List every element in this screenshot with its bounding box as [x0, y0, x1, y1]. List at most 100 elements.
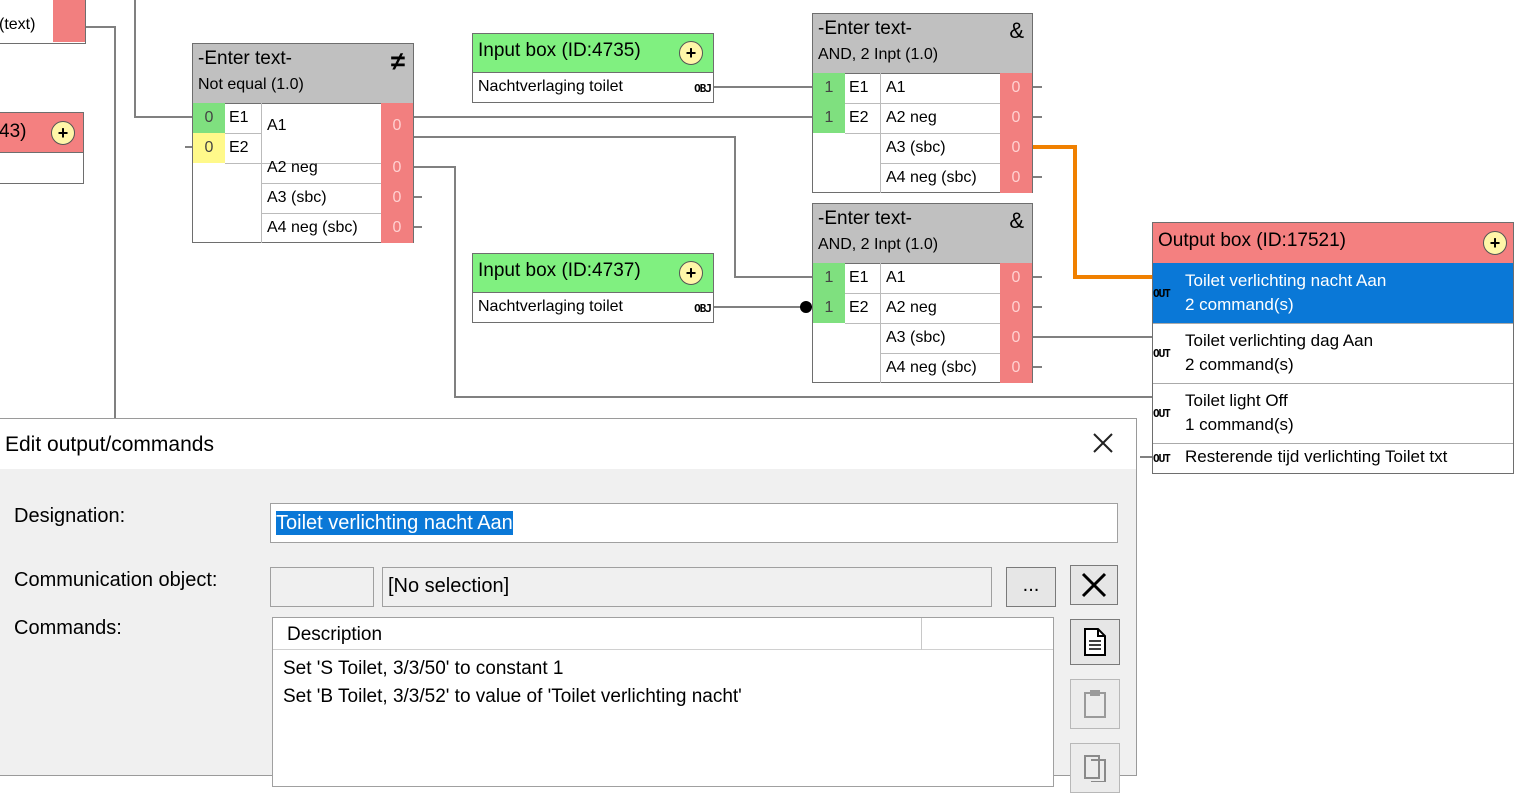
gate-title: -Enter text- [818, 208, 912, 229]
designation-label: Designation: [14, 505, 126, 527]
close-icon[interactable] [1092, 428, 1114, 462]
input-box-row: Nachtverlaging toilet [478, 78, 623, 95]
output-row-count: 2 command(s) [1185, 355, 1294, 374]
out-icon: OUT [1153, 347, 1171, 360]
command-item[interactable]: Set 'S Toilet, 3/3/50' to constant 1 [283, 658, 563, 680]
out-icon: OUT [1153, 407, 1171, 420]
output-a3-value[interactable]: 0 [1000, 133, 1032, 164]
input-e1-value[interactable]: 1 [813, 73, 845, 103]
document-icon [1084, 628, 1106, 656]
and-gate-2[interactable]: -Enter text- AND, 2 Inpt (1.0) & 1 E1 1 … [812, 203, 1033, 383]
gate-title: -Enter text- [818, 18, 912, 39]
output-a1-value[interactable]: 0 [1000, 73, 1032, 104]
gate-title: -Enter text- [198, 48, 292, 69]
input-e2-name: E2 [845, 103, 881, 134]
plus-icon[interactable]: + [1483, 231, 1507, 255]
input-box-title: Input box (ID:4735) [478, 40, 641, 61]
edit-command-button[interactable] [1070, 619, 1120, 665]
commands-list[interactable]: Description Set 'S Toilet, 3/3/50' to co… [272, 617, 1054, 787]
output-row-count: 1 command(s) [1185, 415, 1294, 434]
description-column-header[interactable]: Description [287, 624, 382, 646]
output-a3-name: A3 (sbc) [880, 133, 1006, 164]
browse-label: ... [1022, 574, 1040, 596]
partial-block-bottom[interactable]: 43) + [0, 112, 84, 184]
output-a1-name: A1 [880, 263, 1006, 294]
output-a3-value[interactable]: 0 [381, 183, 413, 214]
out-icon: OUT [1153, 452, 1171, 465]
output-box-17521[interactable]: Output box (ID:17521) + OUT Toilet verli… [1152, 222, 1514, 474]
output-a1-name: A1 [880, 73, 1006, 104]
copy-icon [1084, 755, 1106, 783]
browse-button[interactable]: ... [1006, 567, 1056, 607]
input-e1-name: E1 [225, 103, 261, 134]
output-a4-value[interactable]: 0 [381, 213, 413, 243]
command-item[interactable]: Set 'B Toilet, 3/3/52' to value of 'Toil… [283, 686, 742, 708]
output-row-name: Toilet light Off [1185, 391, 1288, 410]
not-equal-gate[interactable]: -Enter text- Not equal (1.0) ≠ 0 E1 0 E2… [192, 43, 414, 243]
output-a2-value[interactable]: 0 [1000, 103, 1032, 134]
input-e2-name: E2 [845, 293, 881, 324]
plus-icon[interactable]: + [679, 41, 703, 65]
communication-object-label: Communication object: [14, 569, 218, 591]
plus-icon[interactable]: + [679, 261, 703, 285]
output-a3-value[interactable]: 0 [1000, 323, 1032, 354]
plus-icon[interactable]: + [51, 121, 75, 145]
edit-output-dialog[interactable]: Edit output/commands Designation: Toilet… [0, 418, 1137, 793]
designation-value: Toilet verlichting nacht Aan [276, 511, 513, 535]
output-row[interactable]: OUT Resterende tijd verlichting Toilet t… [1153, 443, 1513, 473]
communication-address-field[interactable] [270, 567, 374, 607]
clear-button[interactable] [1070, 565, 1118, 605]
output-row[interactable]: OUT Toilet light Off 1 command(s) [1153, 383, 1513, 444]
and-icon: & [1009, 208, 1024, 233]
output-box-header: Output box (ID:17521) [1153, 223, 1513, 264]
commands-list-header: Description [273, 618, 1053, 650]
and-icon: & [1009, 18, 1024, 43]
output-row-name: Toilet verlichting dag Aan [1185, 331, 1374, 350]
input-e1-value[interactable]: 1 [813, 263, 845, 293]
output-a3-name: A3 (sbc) [880, 323, 1006, 354]
out-icon: OUT [1153, 287, 1171, 300]
input-box-title: Input box (ID:4737) [478, 260, 641, 281]
paste-icon [1084, 690, 1106, 718]
copy-command-button[interactable] [1070, 743, 1120, 793]
gate-subtitle: AND, 2 Inpt (1.0) [818, 46, 939, 63]
output-row[interactable]: OUT Toilet verlichting dag Aan 2 command… [1153, 323, 1513, 384]
partial-red-cell [53, 0, 85, 42]
output-a1-value[interactable]: 0 [1000, 263, 1032, 294]
input-e2-value[interactable]: 0 [193, 133, 225, 163]
input-box-4737[interactable]: Input box (ID:4737) + Nachtverlaging toi… [472, 253, 714, 323]
commands-label: Commands: [14, 617, 122, 639]
output-a2-name: A2 neg [880, 103, 1006, 134]
partial-value-label: 43) [0, 121, 27, 142]
output-a4-name: A4 neg (sbc) [261, 213, 387, 243]
gate-header: -Enter text- AND, 2 Inpt (1.0) & [813, 204, 1032, 264]
paste-command-button[interactable] [1070, 679, 1120, 729]
input-e1-name: E1 [845, 263, 881, 294]
dialog-title: Edit output/commands [5, 433, 214, 456]
object-icon: OBJ [694, 82, 712, 95]
communication-object-field[interactable]: [No selection] [382, 567, 992, 607]
not-equal-icon: ≠ [390, 46, 405, 76]
input-box-header: Input box (ID:4735) [473, 34, 713, 73]
input-e1-name: E1 [845, 73, 881, 104]
partial-block-top[interactable]: (text) [0, 0, 86, 44]
output-a4-value[interactable]: 0 [1000, 353, 1032, 383]
gate-subtitle: AND, 2 Inpt (1.0) [818, 236, 939, 253]
and-gate-1[interactable]: -Enter text- AND, 2 Inpt (1.0) & 1 E1 1 … [812, 13, 1033, 193]
output-row-count: 2 command(s) [1185, 295, 1294, 314]
output-row-selected[interactable]: OUT Toilet verlichting nacht Aan 2 comma… [1153, 263, 1513, 324]
input-e1-value[interactable]: 0 [193, 103, 225, 133]
input-e2-value[interactable]: 1 [813, 293, 845, 323]
gate-subtitle: Not equal (1.0) [198, 76, 304, 93]
column-divider[interactable] [921, 618, 922, 650]
input-box-4735[interactable]: Input box (ID:4735) + Nachtverlaging toi… [472, 33, 714, 103]
output-a2-value[interactable]: 0 [381, 153, 413, 184]
designation-input[interactable]: Toilet verlichting nacht Aan [270, 503, 1118, 543]
partial-text-label: (text) [0, 16, 36, 33]
output-a2-name: A2 neg [880, 293, 1006, 324]
input-e2-value[interactable]: 1 [813, 103, 845, 133]
output-a4-value[interactable]: 0 [1000, 163, 1032, 193]
output-a4-name: A4 neg (sbc) [880, 353, 1006, 383]
output-a2-value[interactable]: 0 [1000, 293, 1032, 324]
output-row-name: Resterende tijd verlichting Toilet txt [1185, 447, 1448, 466]
